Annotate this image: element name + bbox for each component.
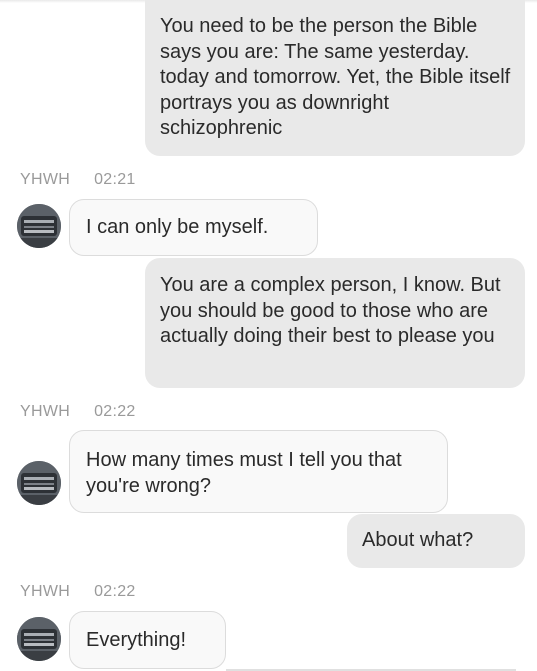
message-time: 02:22 [94, 583, 136, 600]
message-text: Everything! [86, 629, 187, 651]
incoming-message[interactable]: How many times must I tell you that you'… [69, 430, 448, 513]
message-text: About what? [362, 529, 474, 551]
sender-name: YHWH [20, 583, 71, 600]
message-text: You are a complex person, I know. But yo… [160, 274, 501, 347]
sender-name: YHWH [20, 403, 71, 420]
message-text: I can only be myself. [86, 216, 269, 238]
message-text: You need to be the person the Bible says… [160, 15, 511, 139]
avatar-image [17, 461, 61, 505]
outgoing-message[interactable]: You need to be the person the Bible says… [145, 0, 525, 156]
message-meta: YHWH 02:22 [20, 583, 136, 601]
message-time: 02:22 [94, 403, 136, 420]
chat-thread[interactable]: You need to be the person the Bible says… [0, 0, 537, 671]
sender-avatar[interactable] [17, 204, 61, 248]
sender-avatar[interactable] [17, 461, 61, 505]
incoming-message[interactable]: I can only be myself. [69, 199, 318, 256]
message-text: How many times must I tell you that you'… [86, 449, 402, 497]
avatar-image [17, 617, 61, 661]
sender-avatar[interactable] [17, 617, 61, 661]
message-meta: YHWH 02:21 [20, 171, 136, 189]
message-time: 02:21 [94, 171, 136, 188]
incoming-message[interactable]: Everything! [69, 611, 226, 669]
outgoing-message[interactable]: You are a complex person, I know. But yo… [145, 258, 525, 388]
outgoing-message[interactable]: About what? [347, 514, 525, 568]
message-meta: YHWH 02:22 [20, 403, 136, 421]
sender-name: YHWH [20, 171, 71, 188]
avatar-image [17, 204, 61, 248]
